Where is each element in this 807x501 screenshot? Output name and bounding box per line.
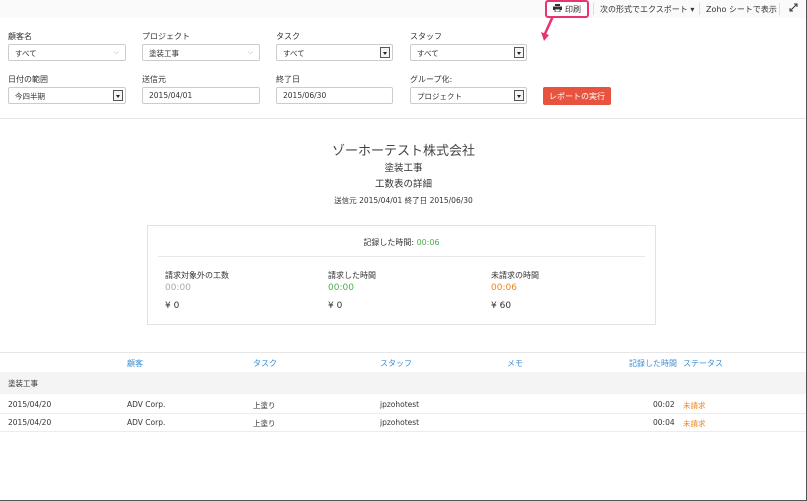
project-select[interactable]: 塗装工事 ⌵ <box>142 44 260 61</box>
group-by-label: グループ化: <box>410 75 453 84</box>
date-range-select[interactable]: 今四半期 <box>8 87 126 104</box>
logged-time-value: 00:06 <box>416 238 440 247</box>
dropdown-arrow-icon <box>380 47 390 58</box>
from-date-input[interactable]: 2015/04/01 <box>142 87 260 104</box>
project-label: プロジェクト <box>142 32 190 41</box>
column-header-staff[interactable]: スタッフ <box>380 358 412 369</box>
group-label: 塗装工事 <box>8 379 38 388</box>
callout-pointer <box>541 16 555 41</box>
group-by-select[interactable]: プロジェクト <box>410 87 527 104</box>
report-subtitle: 工数表の詳細 <box>374 179 432 190</box>
project-value: 塗装工事 <box>149 49 179 58</box>
toolbar-divider <box>779 3 780 15</box>
billed-column: 請求した時間 00:00 ¥ 0 <box>328 270 376 311</box>
column-header-task[interactable]: タスク <box>253 358 277 369</box>
row-date: 2015/04/20 <box>8 400 52 409</box>
customer-label: 顧客名 <box>8 32 32 41</box>
run-report-button[interactable]: レポートの実行 <box>543 87 611 105</box>
company-name: ゾーホーテスト株式会社 <box>331 144 475 159</box>
group-by-value: プロジェクト <box>417 92 462 101</box>
non-billable-time: 00:00 <box>165 283 191 293</box>
chevron-down-icon: ⌵ <box>113 48 119 56</box>
print-label: 印刷 <box>565 4 581 14</box>
row-logged-time: 00:04 <box>653 418 675 427</box>
top-toolbar: 印刷 次の形式でエクスポート ▾ Zoho シートで表示 <box>0 0 806 18</box>
dropdown-arrow-icon <box>514 90 524 101</box>
billed-amount: ¥ 0 <box>328 301 343 311</box>
unbilled-label: 未請求の時間 <box>491 271 539 280</box>
staff-value: すべて <box>417 49 439 58</box>
non-billable-column: 請求対象外の工数 00:00 ¥ 0 <box>165 270 229 311</box>
staff-label: スタッフ <box>410 32 442 41</box>
from-date-value: 2015/04/01 <box>149 91 193 100</box>
task-value: すべて <box>283 49 305 58</box>
row-customer: ADV Corp. <box>127 418 166 427</box>
row-logged-time: 00:02 <box>653 400 675 409</box>
row-status: 未請求 <box>683 401 706 410</box>
row-task: 上塗り <box>253 419 276 428</box>
customer-select[interactable]: すべて ⌵ <box>8 44 126 61</box>
row-customer: ADV Corp. <box>127 400 166 409</box>
report-project: 塗装工事 <box>384 163 423 174</box>
dropdown-arrow-icon <box>113 90 123 101</box>
printer-icon <box>553 4 562 14</box>
export-menu[interactable]: 次の形式でエクスポート ▾ <box>600 4 694 15</box>
row-task: 上塗り <box>253 401 276 410</box>
caret-down-icon: ▾ <box>690 5 695 14</box>
divider <box>0 118 806 119</box>
billed-label: 請求した時間 <box>328 271 376 280</box>
column-header-memo[interactable]: メモ <box>507 358 523 369</box>
dropdown-arrow-icon <box>514 47 524 58</box>
staff-select[interactable]: すべて <box>410 44 527 61</box>
toolbar-divider <box>699 3 700 15</box>
column-header-logged-time[interactable]: 記録した時間 <box>629 358 677 369</box>
from-label: 送信元 <box>142 75 166 84</box>
logged-time-label: 記録した時間: <box>363 238 415 247</box>
column-header-status[interactable]: ステータス <box>683 358 723 369</box>
row-date: 2015/04/20 <box>8 418 52 427</box>
row-staff: jpzohotest <box>380 400 420 409</box>
billed-time: 00:00 <box>328 283 354 293</box>
column-header-customer[interactable]: 顧客 <box>127 358 143 369</box>
row-divider <box>0 431 806 432</box>
group-row: 塗装工事 <box>0 372 806 394</box>
table-top-border <box>0 352 806 353</box>
zoho-sheet-button[interactable]: Zoho シートで表示 <box>706 4 777 15</box>
date-range-label: 日付の範囲 <box>8 75 48 84</box>
summary-box: 記録した時間: 00:06 請求対象外の工数 00:00 ¥ 0 請求した時間 … <box>147 225 656 325</box>
summary-divider <box>158 256 645 257</box>
export-label: 次の形式でエクスポート <box>600 5 688 14</box>
non-billable-amount: ¥ 0 <box>165 301 180 311</box>
row-status: 未請求 <box>683 419 706 428</box>
logged-time: 記録した時間: 00:06 <box>148 237 655 248</box>
customer-value: すべて <box>15 49 37 58</box>
non-billable-label: 請求対象外の工数 <box>165 271 229 280</box>
to-date-value: 2015/06/30 <box>283 91 327 100</box>
unbilled-amount: ¥ 60 <box>491 301 512 311</box>
task-select[interactable]: すべて <box>276 44 393 61</box>
task-label: タスク <box>276 32 300 41</box>
report-date-range: 送信元 2015/04/01 終了日 2015/06/30 <box>334 196 473 205</box>
chevron-down-icon: ⌵ <box>247 48 253 56</box>
unbilled-time: 00:06 <box>491 283 517 293</box>
toolbar-divider <box>593 3 594 15</box>
unbilled-column: 未請求の時間 00:06 ¥ 60 <box>491 270 539 311</box>
expand-icon[interactable] <box>789 3 798 14</box>
to-date-input[interactable]: 2015/06/30 <box>276 87 393 104</box>
to-label: 終了日 <box>276 75 300 84</box>
row-divider <box>0 413 806 414</box>
row-staff: jpzohotest <box>380 418 420 427</box>
date-range-value: 今四半期 <box>15 92 45 101</box>
